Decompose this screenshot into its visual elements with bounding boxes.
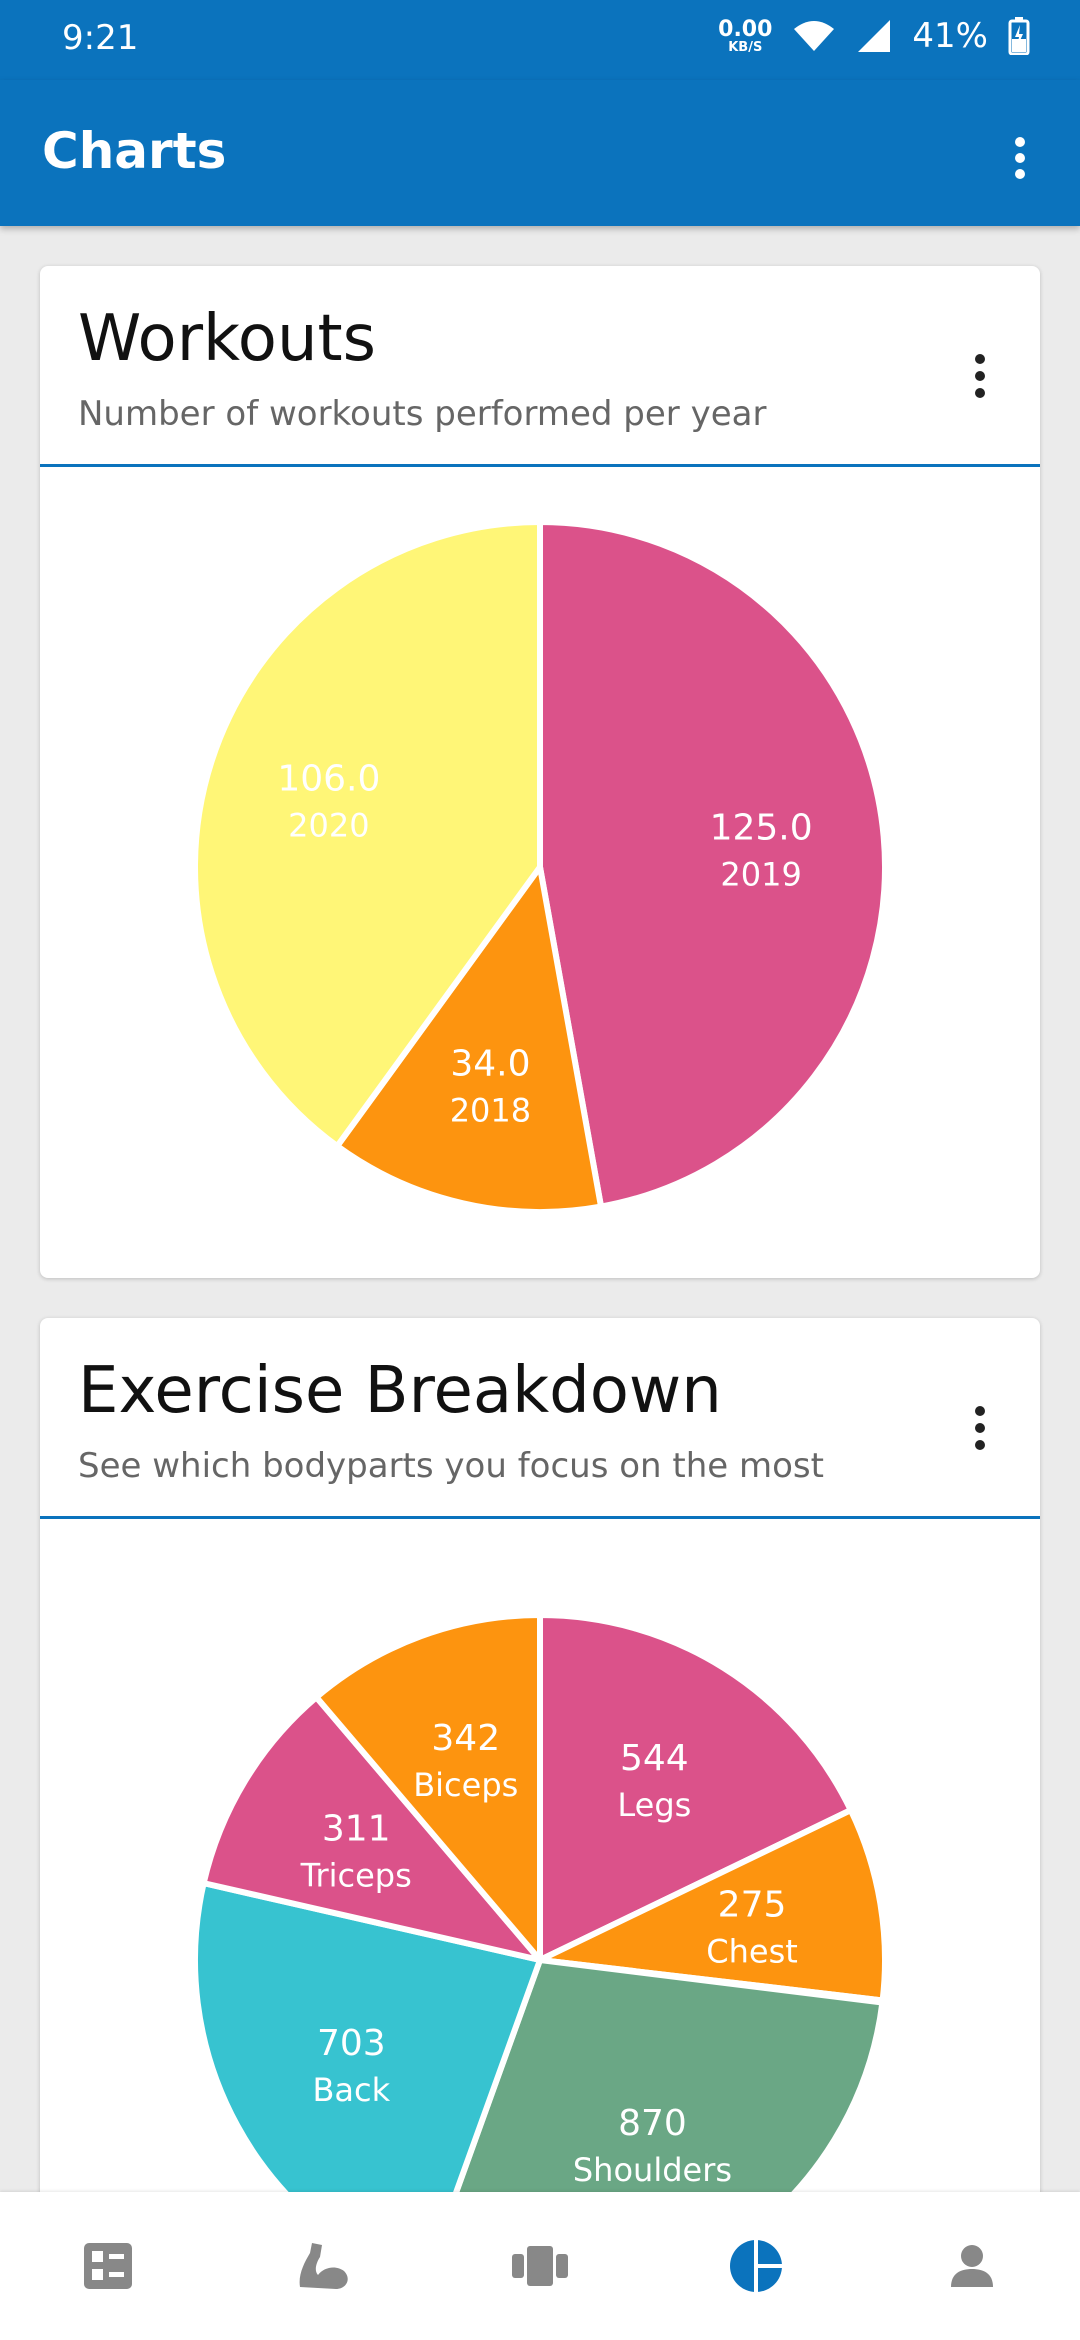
card-title: Exercise Breakdown <box>78 1354 722 1428</box>
workouts-pie-chart: 125.0 2019 34.0 2018 106.0 2020 <box>192 519 888 1215</box>
nav-item-workouts[interactable] <box>432 2192 648 2340</box>
slice-value-label: 703 <box>317 2023 386 2064</box>
network-speed-unit: KB/S <box>728 39 763 55</box>
card-title: Workouts <box>78 302 376 376</box>
slice-category-label: 2019 <box>720 855 801 893</box>
slice-category-label: Chest <box>706 1932 798 1970</box>
battery-percent: 41% <box>912 16 988 56</box>
nav-item-exercises[interactable] <box>216 2192 432 2340</box>
slice-category-label: Biceps <box>413 1766 518 1804</box>
overflow-menu-button[interactable] <box>990 128 1050 188</box>
battery-charging-icon <box>1008 17 1030 55</box>
slice-value-label: 34.0 <box>450 1043 530 1084</box>
workouts-icon <box>512 2246 568 2286</box>
slice-value-label: 342 <box>431 1718 500 1759</box>
app-bar: Charts <box>0 80 1080 226</box>
nav-item-charts[interactable] <box>648 2192 864 2340</box>
slice-category-label: Triceps <box>300 1856 412 1894</box>
charts-icon <box>730 2240 782 2292</box>
status-bar: 9:21 0.00 KB/S 41% <box>0 0 1080 80</box>
more-vert-icon-dot <box>1015 153 1025 163</box>
exercise-breakdown-card: Exercise Breakdown See which bodyparts y… <box>40 1318 1040 2218</box>
network-speed: 0.00 KB/S <box>718 16 773 55</box>
slice-value-label: 275 <box>718 1884 787 1925</box>
signal-icon <box>858 20 891 52</box>
more-vert-icon <box>975 1406 985 1416</box>
bicep-icon <box>299 2243 348 2289</box>
workouts-card: Workouts Number of workouts performed pe… <box>40 266 1040 1278</box>
more-vert-icon-dot <box>975 388 985 398</box>
slice-value-label: 311 <box>322 1808 391 1849</box>
more-vert-icon-dot <box>1015 169 1025 179</box>
more-vert-icon-dot <box>975 371 985 381</box>
slice-value-label: 544 <box>620 1738 689 1779</box>
slice-category-label: Back <box>312 2071 390 2109</box>
dashboard-icon <box>84 2243 132 2289</box>
nav-item-profile[interactable] <box>864 2192 1080 2340</box>
slice-category-label: Shoulders <box>573 2151 732 2189</box>
card-header: Exercise Breakdown See which bodyparts y… <box>40 1318 1040 1519</box>
nav-item-dashboard[interactable] <box>0 2192 216 2340</box>
slice-category-label: 2020 <box>288 806 369 844</box>
more-vert-icon <box>1015 137 1025 147</box>
slice-value-label: 870 <box>618 2103 687 2144</box>
card-subtitle: See which bodyparts you focus on the mos… <box>78 1446 824 1486</box>
network-speed-value: 0.00 <box>718 16 773 42</box>
card-menu-button[interactable] <box>960 346 1000 406</box>
pie-slice-2019[interactable] <box>537 519 888 1210</box>
page-title: Charts <box>42 122 227 180</box>
profile-icon <box>951 2245 993 2287</box>
more-vert-icon <box>975 354 985 364</box>
slice-value-label: 125.0 <box>710 807 813 848</box>
slice-category-label: Legs <box>617 1786 691 1824</box>
more-vert-icon-dot <box>975 1423 985 1433</box>
status-icons: 0.00 KB/S 41% <box>718 16 1030 56</box>
card-menu-button[interactable] <box>960 1398 1000 1458</box>
wifi-icon <box>794 21 835 51</box>
status-time: 9:21 <box>62 18 139 58</box>
slice-category-label: 2018 <box>450 1091 531 1129</box>
more-vert-icon-dot <box>975 1440 985 1450</box>
bottom-navigation <box>0 2192 1080 2340</box>
card-header: Workouts Number of workouts performed pe… <box>40 266 1040 467</box>
slice-value-label: 106.0 <box>277 758 380 799</box>
card-subtitle: Number of workouts performed per year <box>78 394 767 434</box>
exercise-pie-chart: 544Legs275Chest3Abs870Shoulders703Back31… <box>192 1612 888 2192</box>
